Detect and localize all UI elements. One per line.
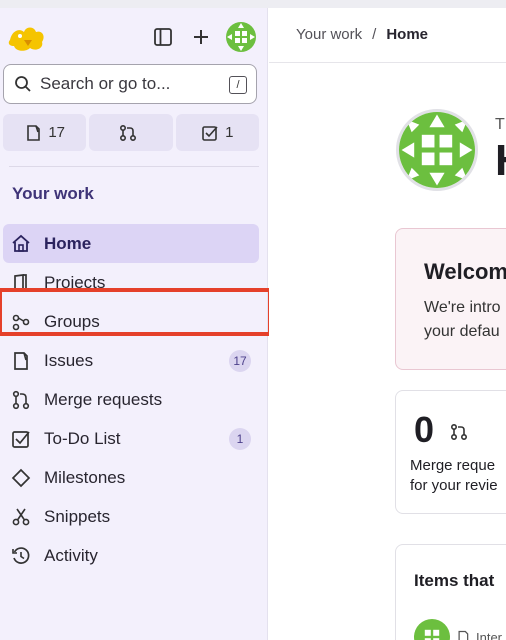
breadcrumb-current: Home xyxy=(386,26,429,43)
issues-count-badge: 17 xyxy=(229,350,251,372)
sidebar-item-projects[interactable]: Projects xyxy=(3,263,259,302)
breadcrumb-your-work[interactable]: Your work xyxy=(296,26,362,43)
milestone-icon xyxy=(10,467,32,489)
todo-icon xyxy=(10,428,32,450)
tanuki-logo-icon[interactable] xyxy=(6,22,48,54)
issues-icon xyxy=(24,124,42,142)
sidebar-item-label: To-Do List xyxy=(44,428,121,448)
list-item[interactable]: Inter xyxy=(414,619,502,640)
welcome-text-line-2: your defau xyxy=(424,323,500,340)
welcome-title: Welcom xyxy=(424,259,506,284)
snippet-icon xyxy=(10,506,32,528)
merge-requests-count: 0 xyxy=(414,409,435,450)
sidebar-divider xyxy=(9,166,259,167)
issues-counter-button[interactable]: 17 xyxy=(3,114,87,151)
sidebar-item-activity[interactable]: Activity xyxy=(3,536,259,575)
project-icon xyxy=(10,272,32,294)
sidebar-item-label: Milestones xyxy=(44,467,126,487)
sidebar-item-home[interactable]: Home xyxy=(3,224,259,263)
keyboard-shortcut-hint: / xyxy=(229,76,247,94)
sidebar-item-label: Merge requests xyxy=(44,389,163,409)
sidebar-item-todo-list[interactable]: To-Do List 1 xyxy=(3,419,259,458)
sidebar-item-groups[interactable]: Groups xyxy=(3,302,259,341)
user-avatar[interactable] xyxy=(226,22,256,52)
breadcrumb: Your work / Home xyxy=(296,26,428,43)
profile-avatar xyxy=(396,109,478,191)
search-input[interactable]: Search or go to... / xyxy=(3,64,257,104)
sidebar-item-milestones[interactable]: Milestones xyxy=(3,458,259,497)
sidebar-toggle-icon[interactable] xyxy=(152,26,174,48)
sidebar-item-issues[interactable]: Issues 17 xyxy=(3,341,259,380)
sidebar-item-merge-requests[interactable]: Merge requests xyxy=(3,380,259,419)
search-icon xyxy=(14,75,32,93)
merge-request-icon xyxy=(10,389,32,411)
window-top-strip xyxy=(0,0,506,8)
item-text: Inter xyxy=(476,629,503,640)
merge-requests-card[interactable]: 0 Merge reque for your revie xyxy=(395,390,506,514)
greeting-label: T xyxy=(495,116,505,133)
merge-requests-card-text-2: for your revie xyxy=(410,477,498,494)
group-icon xyxy=(10,311,32,333)
sidebar-section-title: Your work xyxy=(12,184,94,203)
sidebar-item-snippets[interactable]: Snippets xyxy=(3,497,259,536)
todo-count: 1 xyxy=(225,124,234,141)
todo-count-badge: 1 xyxy=(229,428,251,450)
sidebar-item-label: Projects xyxy=(44,272,106,292)
counter-buttons: 17 1 xyxy=(3,114,259,154)
sidebar: Search or go to... / 17 1 Your work Home… xyxy=(0,8,268,640)
plus-icon[interactable] xyxy=(190,26,212,48)
welcome-banner: Welcom We're intro your defau xyxy=(395,228,506,370)
issues-icon xyxy=(10,350,32,372)
welcome-text-line-1: We're intro xyxy=(424,299,501,316)
todo-icon xyxy=(201,124,219,142)
sidebar-item-label: Activity xyxy=(44,545,98,565)
item-avatar xyxy=(414,619,450,640)
todo-counter-button[interactable]: 1 xyxy=(175,114,259,151)
page-heading: H xyxy=(495,136,506,186)
issues-count: 17 xyxy=(48,124,65,141)
header-divider xyxy=(269,62,506,63)
sidebar-item-label: Issues xyxy=(44,350,94,370)
main-content: Your work / Home T H Welcom We're intro … xyxy=(269,8,506,640)
merge-request-icon xyxy=(119,124,137,142)
sidebar-item-label: Snippets xyxy=(44,506,111,526)
merge-requests-counter-button[interactable] xyxy=(89,114,173,151)
sidebar-nav: Home Projects Groups Issues 17 Merge req… xyxy=(0,224,268,575)
merge-requests-card-text-1: Merge reque xyxy=(410,457,496,474)
sidebar-item-label: Home xyxy=(44,233,92,253)
items-card: Items that Inter xyxy=(395,544,506,640)
items-card-title: Items that xyxy=(414,571,495,590)
breadcrumb-separator: / xyxy=(372,26,377,43)
issues-icon xyxy=(456,630,470,640)
merge-request-icon xyxy=(450,423,468,446)
search-placeholder: Search or go to... xyxy=(40,74,171,93)
history-icon xyxy=(10,545,32,567)
sidebar-item-label: Groups xyxy=(44,311,100,331)
home-icon xyxy=(10,233,32,255)
